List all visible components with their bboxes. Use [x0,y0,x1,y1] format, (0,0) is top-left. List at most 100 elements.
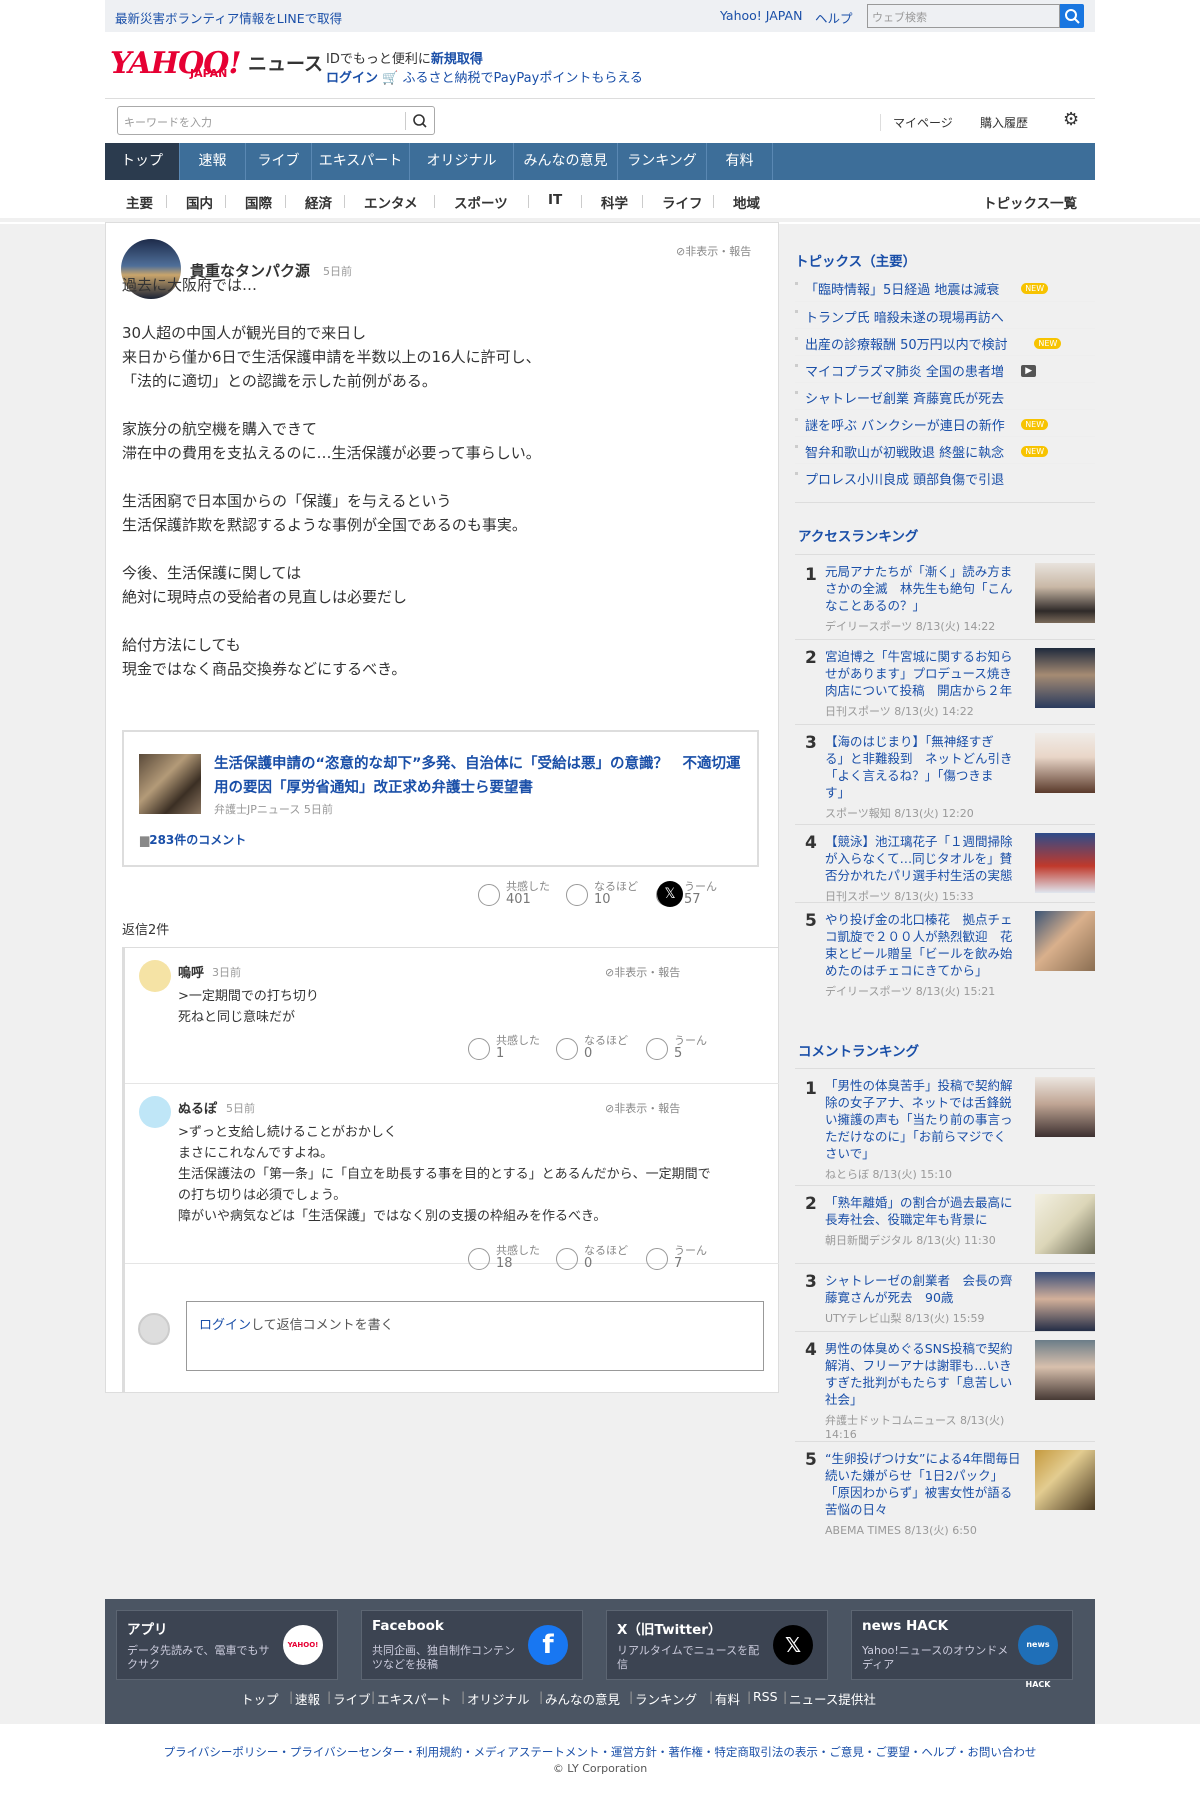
ranking-title-line[interactable]: 【海のはじまり】「無神経すぎ [825,733,1025,750]
ranking-title-line[interactable]: 「男性の体臭苦手」投稿で契約解 [825,1077,1025,1094]
footer-newshack-box[interactable]: news HACK Yahoo!ニュースのオウンドメディア news HACK [851,1610,1073,1689]
ranking-title-line[interactable]: が入らなくて…同じタオルを」賛 [825,850,1025,867]
gnav-item-2[interactable]: ライブ [246,143,312,180]
footer-x-box[interactable]: X（旧Twitter） リアルタイムでニュースを配信 𝕏 [606,1610,828,1680]
hide-report-link[interactable]: ⊘非表示・報告 [605,1100,680,1116]
topic-item[interactable]: シャトレーゼ創業 斉藤寛氏が死去 [795,382,1095,409]
ranking-title-line[interactable]: 続いた嫌がらせ「1日2パック」 [825,1467,1025,1484]
footer-link[interactable]: 速報 [295,1689,320,1708]
subnav-topics-link[interactable]: トピックス一覧 [983,192,1077,212]
ranking-title-line[interactable]: い擁護の声も「当たり前の事言っ [825,1111,1025,1128]
subnav-item-5[interactable]: スポーツ [454,192,508,212]
reaction-hmm[interactable]: うーん 5 [646,1032,726,1066]
footer-link[interactable]: ライブ [333,1689,371,1708]
gnav-item-4[interactable]: オリジナル [410,143,514,180]
ranking-title-line[interactable]: せがあります」プロデュース焼き [825,665,1025,682]
x-share-button[interactable]: 𝕏 [657,881,683,907]
gnav-item-1[interactable]: 速報 [180,143,246,180]
furusato-link[interactable]: ふるさと納税でPayPayポイントもらえる [402,71,642,86]
reaction-convinced[interactable]: なるほど 0 [556,1242,636,1276]
ranking-title-line[interactable]: 「よく言えるね？」「傷つきま [825,767,1025,784]
ranking-item[interactable]: 4 【競泳】池江璃花子「１週間掃除 が入らなくて…同じタオルを」賛 否分かれたパリ選手… [795,824,1095,903]
ranking-title-line[interactable]: 除の女子アナ、ネットでは舌鋒鋭 [825,1094,1025,1111]
ranking-item[interactable]: 5 “生卵投げつけ女”による4年間毎日 続いた嫌がらせ「1日2パック」 「原因わからず… [795,1441,1095,1537]
subnav-item-7[interactable]: 科学 [601,192,628,212]
mypage-link[interactable]: マイページ [880,114,953,131]
ranking-item[interactable]: 1 「男性の体臭苦手」投稿で契約解 除の女子アナ、ネットでは舌鋒鋭 い擁護の声も「当た… [795,1068,1095,1185]
keyword-search-input[interactable]: キーワードを入力 [117,106,435,135]
footer-link[interactable]: オリジナル [467,1689,530,1708]
register-link[interactable]: 新規取得 [431,52,483,67]
gnav-item-6[interactable]: ランキング [618,143,707,180]
yahoo-japan-link[interactable]: Yahoo! JAPAN [720,8,802,23]
ranking-title-line[interactable]: めたのはチェコにきてから」 [825,962,1025,979]
ranking-title-line[interactable]: る」と非難殺到 ネットどん引き [825,750,1025,767]
line-disaster-link[interactable]: 最新災害ボランティア情報をLINEで取得 [115,8,342,27]
footer-app-box[interactable]: アプリ データ先読みで、電車でもサクサク YAHOO! [116,1610,338,1680]
login-link[interactable]: ログイン [326,71,378,86]
ranking-item[interactable]: 3 【海のはじまり】「無神経すぎ る」と非難殺到 ネットどん引き 「よく言えるね？」「… [795,724,1095,824]
article-comments-link[interactable]: ▆283件のコメント [140,831,246,848]
subnav-item-6[interactable]: IT [548,192,562,208]
footer-link[interactable]: ニュース提供社 [789,1689,876,1708]
ranking-item[interactable]: 2 宮迫博之「牛宮城に関するお知ら せがあります」プロデュース焼き 肉店について投稿 … [795,639,1095,724]
topic-item[interactable]: トランプ氏 暗殺未遂の現場再訪へ [795,301,1095,328]
footer-link[interactable]: エキスパート [377,1689,452,1708]
reply-comment-input[interactable]: ログインして返信コメントを書く [186,1301,764,1371]
ranking-title-line[interactable]: 束とビール贈呈「ビールを飲み始 [825,945,1025,962]
ranking-title-line[interactable]: 宮迫博之「牛宮城に関するお知ら [825,648,1025,665]
ranking-title-line[interactable]: すぎた批判がもたらす「息苦しい [825,1374,1025,1391]
footer-link[interactable]: ランキング [635,1689,697,1708]
ranking-title-line[interactable]: 社会」 [825,1391,1025,1408]
ranking-title-line[interactable]: 解消、フリーアナは謝罪も…いき [825,1357,1025,1374]
reaction-empathy[interactable]: 共感した 401 [478,878,558,912]
footer-facebook-box[interactable]: Facebook 共同企画、独自制作コンテンツなどを投稿 f [361,1610,583,1680]
reaction-hmm[interactable]: うーん 7 [646,1242,726,1276]
subnav-item-9[interactable]: 地域 [733,192,760,212]
gnav-item-0[interactable]: トップ [105,143,180,180]
reply-author[interactable]: 嗚呼 [178,962,204,981]
footer-link[interactable]: 有料 [715,1689,740,1708]
gnav-item-5[interactable]: みんなの意見 [514,143,618,180]
ranking-title-line[interactable]: なことあるの？」 [825,597,1025,614]
reply-login-link[interactable]: ログイン [199,1318,251,1333]
subnav-item-4[interactable]: エンタメ [364,192,418,212]
hide-report-link[interactable]: ⊘非表示・報告 [605,964,680,980]
help-link[interactable]: ヘルプ [815,8,853,27]
ranking-title-line[interactable]: 【競泳】池江璃花子「１週間掃除 [825,833,1025,850]
ranking-title-line[interactable]: 「熟年離婚」の割合が過去最高に [825,1194,1025,1211]
ranking-item[interactable]: 3 シャトレーゼの創業者 会長の齊 藤寛さんが死去 90歳 UTYテレビ山梨 8/13… [795,1263,1095,1332]
ranking-title-line[interactable]: す」 [825,784,1025,801]
purchase-history-link[interactable]: 購入履歴 [980,114,1028,131]
article-title[interactable]: 生活保護申請の“恣意的な却下”多発、自治体に「受給は悪」の意識？ 不適切運用の要… [214,752,744,800]
ranking-item[interactable]: 2 「熟年離婚」の割合が過去最高に 長寿社会、役職定年も背景に 朝日新聞デジタル 8/… [795,1185,1095,1263]
ranking-title-line[interactable]: “生卵投げつけ女”による4年間毎日 [825,1450,1025,1467]
logo-news[interactable]: ニュース [248,49,323,76]
subnav-item-0[interactable]: 主要 [126,192,153,212]
topic-item[interactable]: プロレス小川良成 頭部負傷で引退 [795,463,1095,490]
ranking-item[interactable]: 4 男性の体臭めぐるSNS投稿で契約 解消、フリーアナは謝罪も…いき すぎた批判がもた… [795,1331,1095,1441]
ranking-title-line[interactable]: さかの全滅 林先生も絶句「こん [825,580,1025,597]
ranking-title-line[interactable]: 藤寛さんが死去 90歳 [825,1289,1025,1306]
ranking-title-line[interactable]: やり投げ金の北口榛花 拠点チェ [825,911,1025,928]
gnav-item-7[interactable]: 有料 [707,143,773,180]
web-search-button[interactable] [1060,4,1084,28]
topic-item[interactable]: 「臨時情報」5日経過 地震は減衰 NEW [795,274,1095,301]
gnav-item-3[interactable]: エキスパート [312,143,410,180]
ranking-title-line[interactable]: コ凱旋で２００人が熱烈歓迎 花 [825,928,1025,945]
reaction-empathy[interactable]: 共感した 18 [468,1242,548,1276]
ranking-title-line[interactable]: 「原因わからず」被害女性が語る [825,1484,1025,1501]
ranking-title-line[interactable]: さいで」 [825,1145,1025,1162]
article-card[interactable]: 生活保護申請の“恣意的な却下”多発、自治体に「受給は悪」の意識？ 不適切運用の要… [122,730,759,867]
ranking-title-line[interactable]: 男性の体臭めぐるSNS投稿で契約 [825,1340,1025,1357]
ranking-item[interactable]: 1 元局アナたちが「漸く」読み方ま さかの全滅 林先生も絶句「こん なことあるの？」デ… [795,554,1095,639]
reaction-convinced[interactable]: なるほど 10 [566,878,646,912]
footer-link[interactable]: みんなの意見 [545,1689,620,1708]
keyword-search-button[interactable] [405,112,431,130]
topic-item[interactable]: 謎を呼ぶ バンクシーが連日の新作 NEW [795,409,1095,436]
reaction-convinced[interactable]: なるほど 0 [556,1032,636,1066]
topic-item[interactable]: 出産の診療報酬 50万円以内で検討 NEW [795,328,1095,355]
subnav-item-2[interactable]: 国際 [245,192,272,212]
reply-author[interactable]: ぬるぽ [178,1098,217,1117]
footer-link[interactable]: トップ [241,1689,279,1708]
